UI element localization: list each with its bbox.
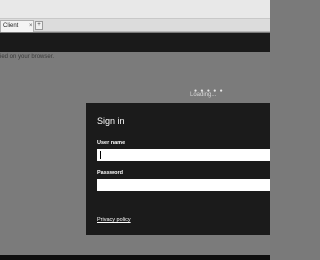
tab-label: Client — [3, 23, 19, 29]
username-label: User name — [97, 140, 126, 146]
password-label: Password — [97, 170, 123, 176]
loading-text: Loading... — [190, 92, 217, 98]
app-header — [0, 33, 270, 52]
bottom-bar — [0, 255, 270, 260]
browser-toolbar — [0, 0, 270, 19]
screen: Client × + ied on your browser. ● ● ● ● … — [0, 0, 270, 260]
browser-notice: ied on your browser. — [0, 54, 55, 60]
tab-strip: Client × + — [0, 19, 270, 32]
browser-tab[interactable]: Client × — [0, 20, 34, 32]
username-input[interactable] — [97, 149, 270, 161]
text-caret — [100, 151, 101, 159]
new-tab-button[interactable]: + — [35, 21, 43, 30]
page-content: ied on your browser. ● ● ● ● ● Loading..… — [0, 52, 270, 255]
dialog-title: Sign in — [97, 116, 125, 126]
close-tab-icon[interactable]: × — [29, 21, 33, 32]
password-input[interactable] — [97, 179, 270, 191]
privacy-policy-link[interactable]: Privacy policy — [97, 217, 131, 223]
sign-in-dialog: Sign in User name Password Privacy polic… — [86, 103, 270, 235]
